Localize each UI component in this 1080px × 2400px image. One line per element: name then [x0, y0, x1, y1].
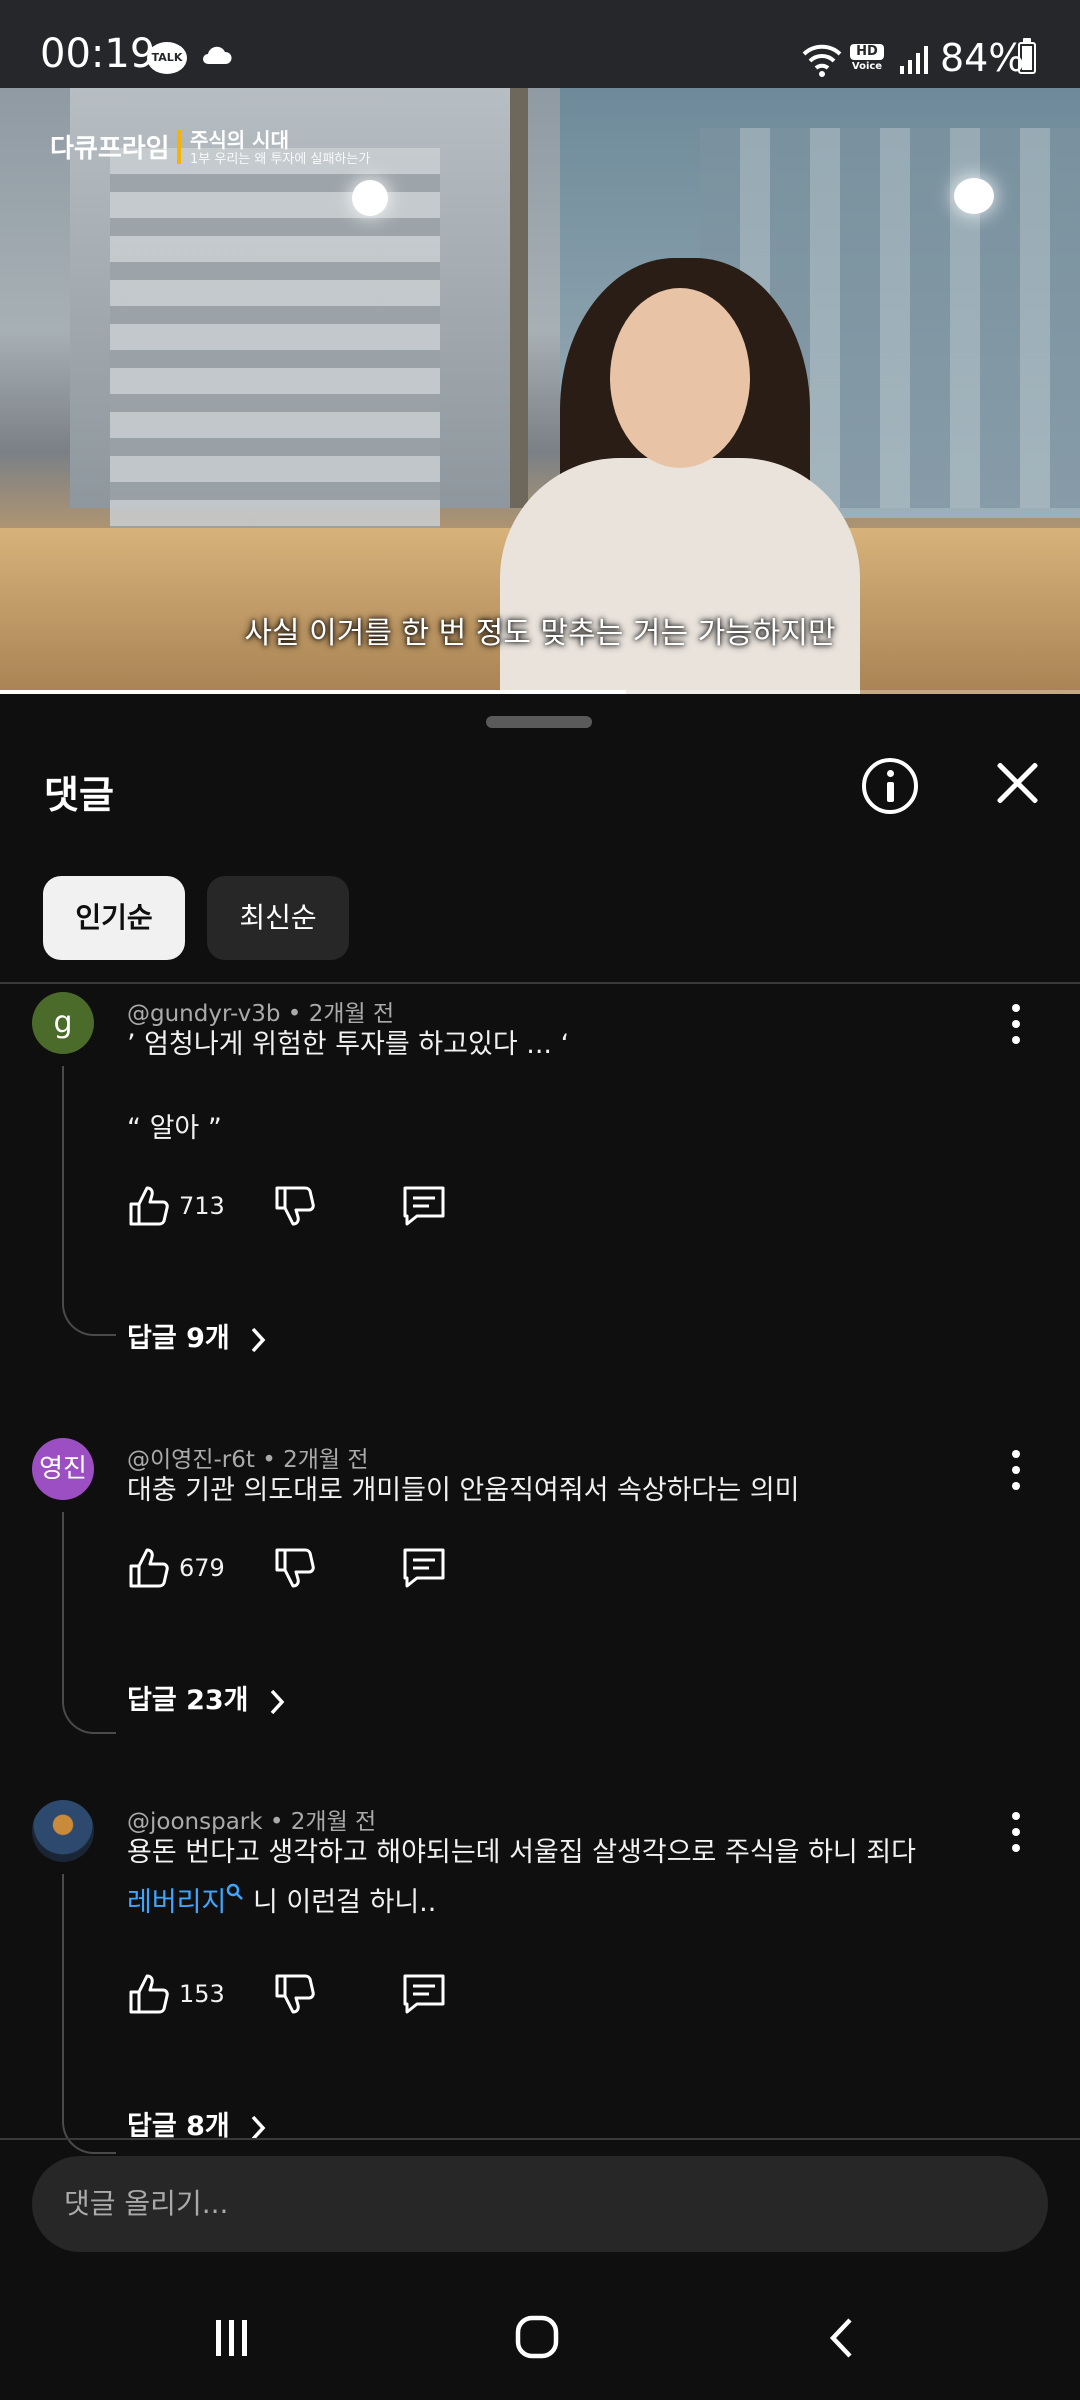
reply-icon[interactable] — [401, 1546, 447, 1590]
reply-thread-line — [62, 1066, 116, 1336]
like-count: 713 — [179, 1192, 225, 1220]
comment-text-line: “ 알아 ” — [127, 1113, 222, 1144]
reply-thread-line — [62, 1512, 116, 1734]
like-count: 679 — [179, 1554, 225, 1582]
more-options-icon[interactable] — [1012, 1812, 1020, 1852]
avatar[interactable]: 영진 — [32, 1438, 94, 1500]
drag-handle[interactable] — [486, 716, 592, 728]
video-subtitle: 사실 이거를 한 번 정도 맞추는 거는 가능하지만 — [244, 616, 836, 651]
reply-icon[interactable] — [401, 1972, 447, 2016]
sort-chip-newest[interactable]: 최신순 — [207, 876, 349, 960]
close-button[interactable] — [994, 760, 1040, 806]
recent-apps-icon[interactable] — [210, 2316, 254, 2360]
comments-sheet: 댓글 인기순 최신순 g @gundyr-v3b • 2개월 전 ’ 엄청나게 … — [0, 694, 1080, 2400]
clock: 00:19 — [40, 31, 156, 77]
sort-chip-popular[interactable]: 인기순 — [43, 876, 185, 960]
home-icon[interactable] — [514, 2314, 560, 2360]
back-icon[interactable] — [826, 2316, 856, 2360]
search-link[interactable]: 레버리지 — [127, 1887, 226, 1918]
chevron-right-icon — [270, 1689, 285, 1714]
cloud-icon — [203, 46, 232, 64]
comment-text-line: 대충 기관 의도대로 개미들이 안움직여줘서 속상하다는 의미 — [127, 1475, 800, 1506]
view-replies-button[interactable]: 답글 9개 — [127, 1316, 267, 1355]
dislike-icon[interactable] — [273, 1184, 317, 1228]
comment-text-line: 레버리지 니 이런걸 하니.. — [127, 1880, 436, 1926]
more-options-icon[interactable] — [1012, 1004, 1020, 1044]
comment-input[interactable]: 댓글 올리기... — [32, 2156, 1048, 2252]
battery-icon — [1018, 38, 1036, 74]
divider — [0, 982, 1080, 984]
kakaotalk-notification-icon: TALK — [147, 42, 187, 74]
like-icon[interactable] — [127, 1972, 171, 2016]
wifi-icon — [802, 44, 842, 77]
chevron-right-icon — [251, 1327, 266, 1352]
comment-text-line: 용돈 번다고 생각하고 해야되는데 서울집 살생각으로 주식을 하니 죄다 — [127, 1837, 917, 1868]
dislike-icon[interactable] — [273, 1972, 317, 2016]
hd-voice-icon: HD Voice — [850, 44, 884, 72]
video-player[interactable]: 다큐프라임 주식의 시대 1부 우리는 왜 투자에 실패하는가 사실 이거를 한… — [0, 88, 1080, 694]
avatar[interactable]: g — [32, 992, 94, 1054]
reply-thread-line — [62, 1874, 116, 2154]
like-icon[interactable] — [127, 1546, 171, 1590]
like-count: 153 — [179, 1980, 225, 2008]
more-options-icon[interactable] — [1012, 1450, 1020, 1490]
status-bar: 00:19 TALK HD Voice 84% — [0, 0, 1080, 88]
view-replies-button[interactable]: 답글 23개 — [127, 1678, 286, 1717]
battery-percent: 84% — [940, 36, 1025, 80]
signal-icon — [900, 46, 928, 74]
dislike-icon[interactable] — [273, 1546, 317, 1590]
info-button[interactable] — [862, 758, 918, 814]
search-icon[interactable] — [226, 1883, 244, 1901]
avatar[interactable] — [32, 1800, 94, 1862]
system-nav-bar — [0, 2280, 1080, 2400]
reply-icon[interactable] — [401, 1184, 447, 1228]
comment-text-line: ’ 엄청나게 위험한 투자를 하고있다 ... ‘ — [127, 1029, 570, 1060]
like-icon[interactable] — [127, 1184, 171, 1228]
sheet-title: 댓글 — [44, 773, 114, 817]
divider — [0, 2138, 1080, 2140]
